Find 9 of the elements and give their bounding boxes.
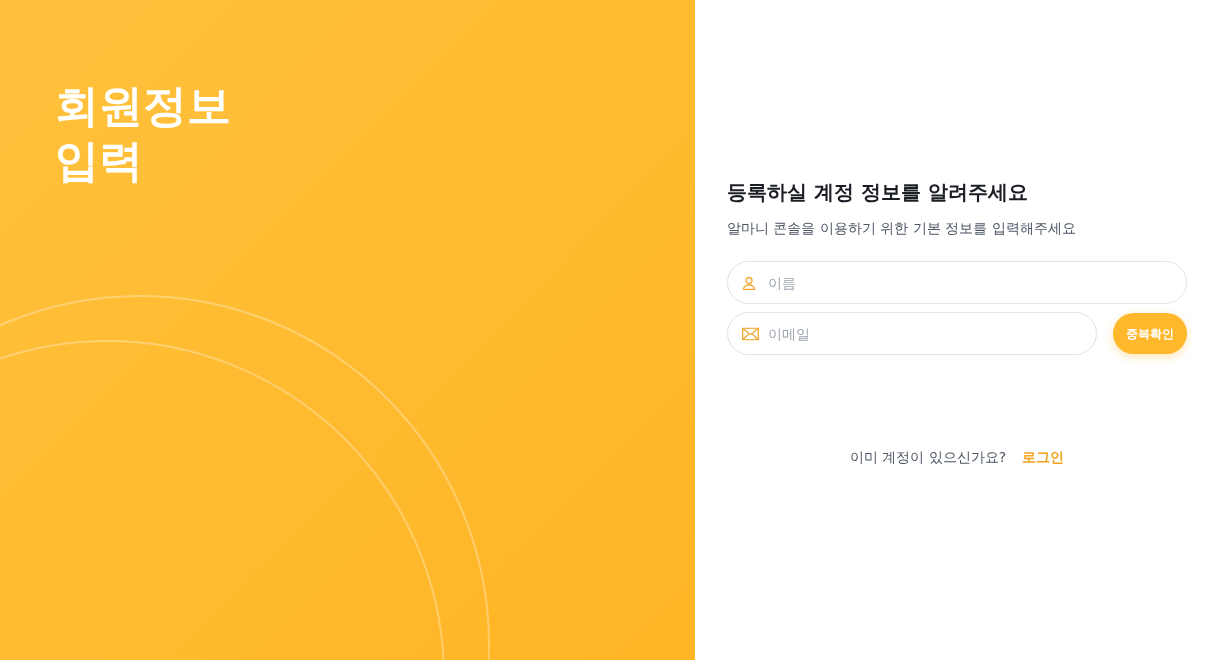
hero-title: 입력 (55, 134, 143, 188)
form-subheading: 알마니 콘솔을 이용하기 위한 기본 정보를 입력해주세요 (727, 219, 1077, 238)
input-field[interactable]: 이메일 (727, 312, 1097, 355)
form-heading: 등록하실 계정 정보를 알려주세요 (727, 180, 1029, 204)
check-duplicate-button[interactable]: 중복확인 (1113, 313, 1187, 354)
input-field[interactable]: 이름 (727, 261, 1187, 304)
hero-title: 회원정보 (55, 79, 231, 133)
login-link[interactable]: 로그인 (1022, 447, 1065, 468)
login-prompt: 이미 계정이 있으신가요? (849, 448, 1007, 467)
